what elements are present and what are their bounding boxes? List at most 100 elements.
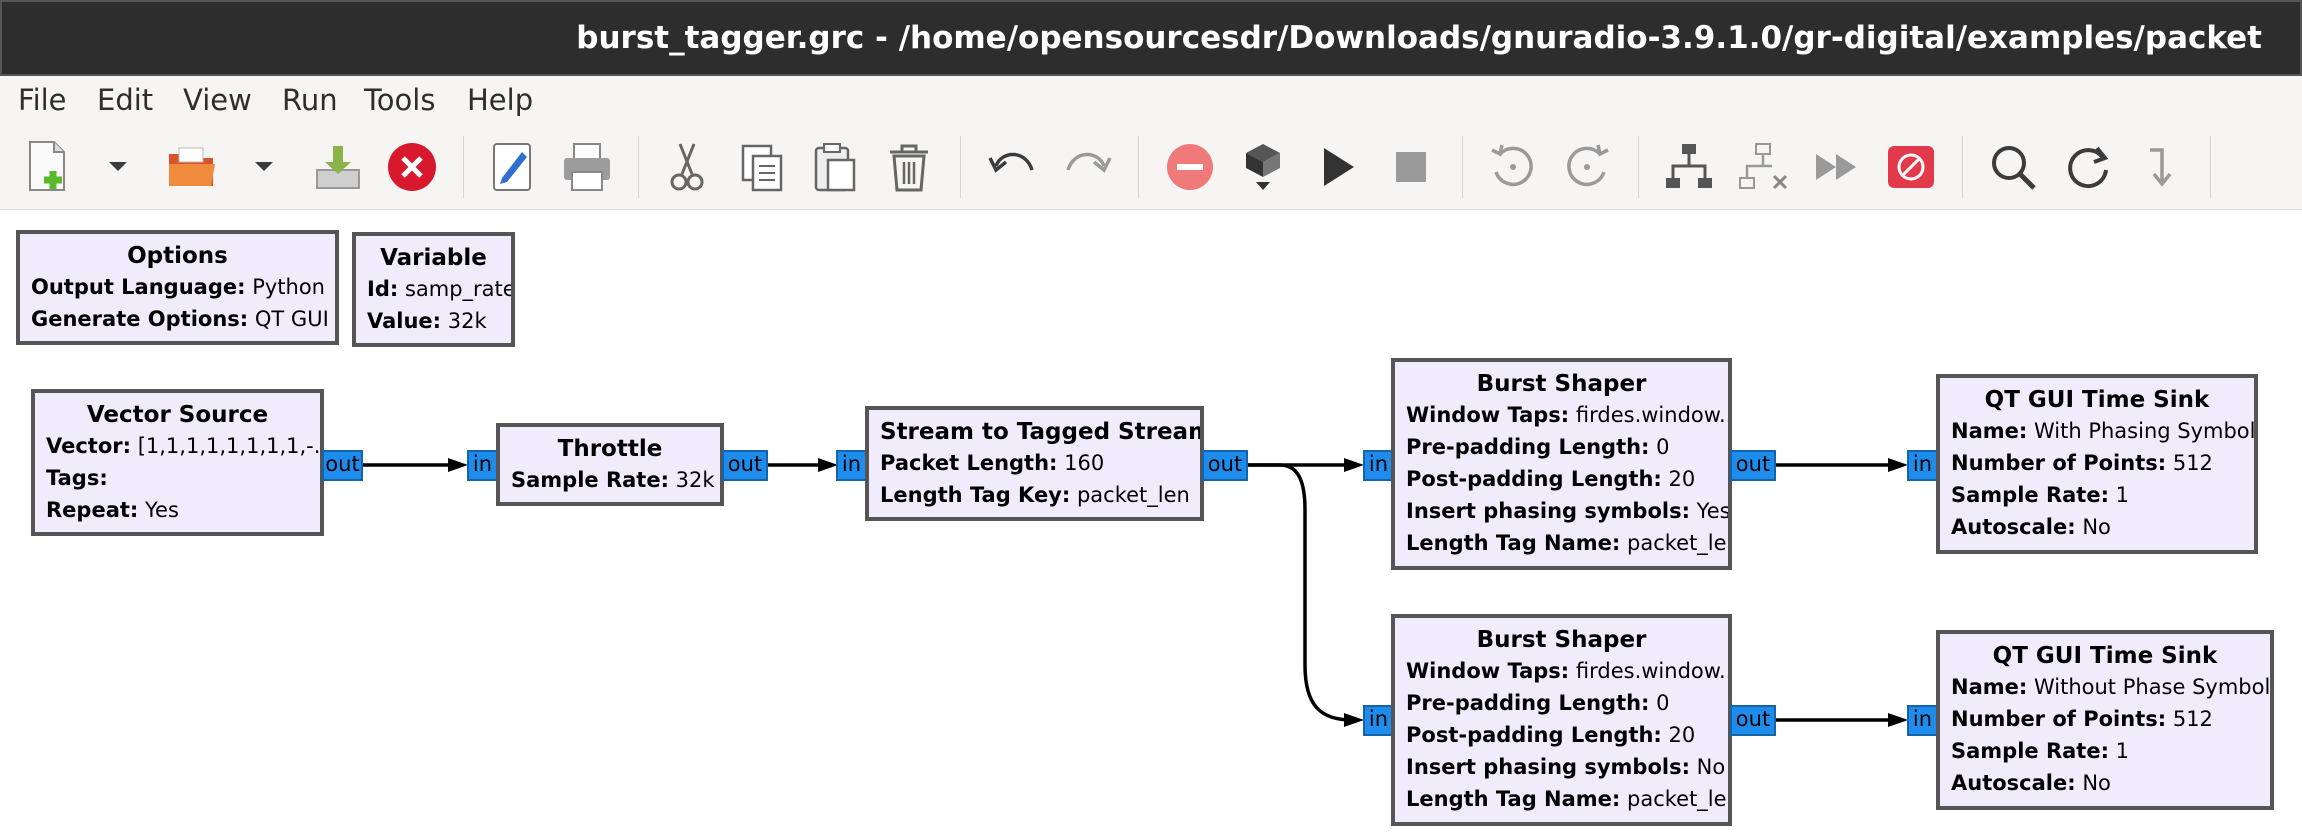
rotate-ccw-icon[interactable] <box>1482 136 1544 198</box>
block-title: Throttle <box>557 436 663 462</box>
block-param: Insert phasing symbols: No <box>1406 755 1726 779</box>
input-port[interactable]: in <box>467 450 498 481</box>
block-title: Burst Shaper <box>1476 627 1647 653</box>
menu-help[interactable]: Help <box>467 83 533 117</box>
execute-icon[interactable] <box>1306 136 1368 198</box>
delete-icon[interactable] <box>878 136 940 198</box>
block-param: Generate Options: QT GUI <box>31 307 329 331</box>
block-title: Options <box>127 243 228 269</box>
block-param: Pre-padding Length: 0 <box>1406 435 1670 459</box>
toolbar-separator <box>960 136 961 198</box>
block-param: Name: Without Phase Symbols <box>1951 675 2274 699</box>
input-port[interactable]: in <box>1363 450 1394 481</box>
block-title: Burst Shaper <box>1476 371 1647 397</box>
output-port[interactable]: out <box>322 450 363 481</box>
kill-icon[interactable] <box>1380 136 1442 198</box>
throttle-block[interactable]: Throttle Sample Rate: 32k <box>496 423 724 506</box>
block-param: Tags: <box>46 466 108 490</box>
redo-icon[interactable] <box>1056 136 1118 198</box>
rotate-cw-icon[interactable] <box>1556 136 1618 198</box>
input-port[interactable]: in <box>836 450 867 481</box>
options-block[interactable]: Options Output Language: Python Generate… <box>16 230 339 345</box>
edit-icon[interactable] <box>482 136 544 198</box>
output-port[interactable]: out <box>722 450 768 481</box>
stop-flowgraph-icon[interactable] <box>1159 136 1221 198</box>
stream-to-tagged-stream-block[interactable]: Stream to Tagged Stream Packet Length: 1… <box>865 406 1204 521</box>
enable-block-icon[interactable] <box>1658 136 1720 198</box>
block-param: Repeat: Yes <box>46 498 179 522</box>
toolbar-separator <box>638 136 639 198</box>
title-bar: burst_tagger.grc - /home/opensourcesdr/D… <box>0 0 2302 76</box>
toolbar-separator <box>1138 136 1139 198</box>
paste-icon[interactable] <box>804 136 866 198</box>
block-param: Id: samp_rate <box>367 277 515 301</box>
block-param: Post-padding Length: 20 <box>1406 467 1696 491</box>
block-param: Pre-padding Length: 0 <box>1406 691 1670 715</box>
block-param: Output Language: Python <box>31 275 325 299</box>
undo-icon[interactable] <box>982 136 1044 198</box>
input-port[interactable]: in <box>1363 705 1394 736</box>
burst-shaper-block-without-phasing[interactable]: Burst Shaper Window Taps: firdes.window.… <box>1391 614 1732 826</box>
menu-run[interactable]: Run <box>282 83 338 117</box>
block-param: Insert phasing symbols: Yes <box>1406 499 1731 523</box>
close-icon[interactable] <box>381 136 443 198</box>
save-icon[interactable] <box>307 136 369 198</box>
block-param: Sample Rate: 1 <box>1951 739 2130 763</box>
block-param: Vector: [1,1,1,1,1,1,1,1,-... <box>46 434 324 458</box>
qt-gui-time-sink-without-phasing[interactable]: QT GUI Time Sink Name: Without Phase Sym… <box>1936 630 2274 810</box>
variable-block[interactable]: Variable Id: samp_rate Value: 32k <box>352 232 515 347</box>
open-folder-icon[interactable] <box>161 136 223 198</box>
block-param: Length Tag Name: packet_len <box>1406 787 1732 811</box>
print-icon[interactable] <box>556 136 618 198</box>
menu-bar: File Edit View Run Tools Help <box>0 76 2302 125</box>
block-param: Sample Rate: 32k <box>511 468 715 492</box>
block-param: Name: With Phasing Symbols <box>1951 419 2258 443</box>
output-port[interactable]: out <box>1730 450 1776 481</box>
toolbar-separator <box>463 136 464 198</box>
block-param: Length Tag Key: packet_len <box>880 483 1190 507</box>
block-param: Length Tag Name: packet_len <box>1406 531 1732 555</box>
output-port[interactable]: out <box>1730 705 1776 736</box>
block-error-icon[interactable] <box>1880 136 1942 198</box>
block-param: Packet Length: 160 <box>880 451 1105 475</box>
block-param: Post-padding Length: 20 <box>1406 723 1696 747</box>
block-title: Variable <box>380 245 487 271</box>
block-title: QT GUI Time Sink <box>1992 643 2218 669</box>
menu-view[interactable]: View <box>183 83 252 117</box>
open-dropdown-arrow-icon[interactable] <box>233 136 295 198</box>
block-title: Vector Source <box>86 402 269 428</box>
input-port[interactable]: in <box>1907 705 1938 736</box>
block-param: Autoscale: No <box>1951 515 2111 539</box>
burst-shaper-block-with-phasing[interactable]: Burst Shaper Window Taps: firdes.window.… <box>1391 358 1732 570</box>
toolbar-separator <box>2210 136 2211 198</box>
block-param: Window Taps: firdes.window... <box>1406 403 1732 427</box>
block-param: Value: 32k <box>367 309 487 333</box>
menu-file[interactable]: File <box>18 83 67 117</box>
toolbar-separator <box>1962 136 1963 198</box>
find-icon[interactable] <box>1982 136 2044 198</box>
bypass-icon[interactable] <box>1806 136 1868 198</box>
cut-icon[interactable] <box>656 136 718 198</box>
menu-edit[interactable]: Edit <box>97 83 153 117</box>
vector-source-block[interactable]: Vector Source Vector: [1,1,1,1,1,1,1,1,-… <box>31 389 324 536</box>
window-title: burst_tagger.grc - /home/opensourcesdr/D… <box>576 20 2262 56</box>
hier-block-icon[interactable] <box>2132 136 2194 198</box>
connection-stream-to-tagged-to-burst-shaper-2[interactable] <box>1248 463 1353 722</box>
block-param: Window Taps: firdes.window... <box>1406 659 1732 683</box>
block-param: Number of Points: 512 <box>1951 707 2213 731</box>
block-title: QT GUI Time Sink <box>1984 387 2210 413</box>
disable-block-icon[interactable] <box>1732 136 1794 198</box>
new-file-icon[interactable] <box>18 136 80 198</box>
reload-icon[interactable] <box>2057 136 2119 198</box>
flowgraph-canvas[interactable]: Options Output Language: Python Generate… <box>0 210 2302 832</box>
menu-tools[interactable]: Tools <box>364 83 435 117</box>
new-dropdown-arrow-icon[interactable] <box>87 136 149 198</box>
generate-icon[interactable] <box>1232 136 1294 198</box>
block-title: Stream to Tagged Stream <box>880 419 1204 445</box>
qt-gui-time-sink-with-phasing[interactable]: QT GUI Time Sink Name: With Phasing Symb… <box>1936 374 2258 554</box>
copy-icon[interactable] <box>731 136 793 198</box>
input-port[interactable]: in <box>1907 450 1938 481</box>
toolbar-separator <box>1462 136 1463 198</box>
block-param: Number of Points: 512 <box>1951 451 2213 475</box>
output-port[interactable]: out <box>1202 450 1248 481</box>
